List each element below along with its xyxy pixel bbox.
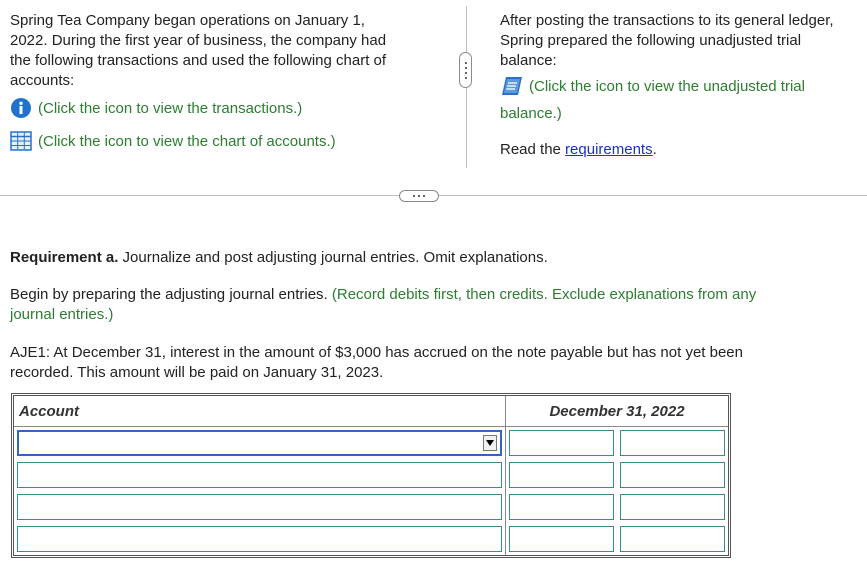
intro-line: balance:: [500, 52, 557, 69]
intro-line: Spring Tea Company began operations on J…: [10, 12, 365, 29]
aje-line: recorded. This amount will be paid on Ja…: [10, 364, 384, 381]
instruction-text: Begin by preparing the adjusting journal…: [10, 286, 332, 303]
debit-input[interactable]: [509, 526, 614, 552]
table-row: [14, 523, 728, 555]
amount-cells: [506, 459, 728, 491]
document-icon[interactable]: [500, 76, 524, 96]
debit-input[interactable]: [509, 430, 614, 456]
table-row: [14, 459, 728, 491]
intro-line: 2022. During the first year of business,…: [10, 32, 387, 49]
credit-input[interactable]: [620, 462, 725, 488]
aje-description: AJE1: At December 31, interest in the am…: [10, 343, 860, 383]
requirement-heading: Requirement a. Journalize and post adjus…: [10, 248, 548, 268]
debit-input[interactable]: [509, 494, 614, 520]
intro-line: Spring prepared the following unadjusted…: [500, 32, 802, 49]
account-input[interactable]: [17, 494, 502, 520]
instruction: Begin by preparing the adjusting journal…: [10, 285, 860, 325]
left-intro: Spring Tea Company began operations on J…: [10, 11, 455, 91]
account-input[interactable]: [17, 462, 502, 488]
table-row: [14, 427, 728, 459]
amount-cells: [506, 523, 728, 555]
account-cell: [14, 523, 506, 555]
trial-balance-link-cont[interactable]: balance.): [500, 104, 562, 124]
read-text: Read the: [500, 141, 566, 158]
debit-input[interactable]: [509, 462, 614, 488]
account-dropdown[interactable]: [17, 430, 502, 456]
table-grid-icon[interactable]: [10, 131, 32, 151]
credit-input[interactable]: [620, 430, 725, 456]
trial-balance-link[interactable]: (Click the icon to view the unadjusted t…: [529, 78, 805, 95]
table-row: [14, 491, 728, 523]
account-cell: [14, 459, 506, 491]
credit-input[interactable]: [620, 526, 725, 552]
intro-line: the following transactions and used the …: [10, 52, 387, 69]
table-header-row: Account December 31, 2022: [14, 396, 728, 427]
chart-of-accounts-link[interactable]: (Click the icon to view the chart of acc…: [38, 133, 336, 150]
read-requirements: Read the requirements.: [500, 140, 657, 160]
transactions-link[interactable]: (Click the icon to view the transactions…: [38, 100, 302, 117]
amount-cells: [506, 427, 728, 459]
instruction-note: (Record debits first, then credits. Excl…: [331, 286, 757, 303]
aje-line: AJE1: At December 31, interest in the am…: [10, 344, 743, 361]
credit-input[interactable]: [620, 494, 725, 520]
account-cell: [14, 491, 506, 523]
requirement-label: Requirement a.: [10, 249, 119, 266]
chevron-down-icon[interactable]: [483, 435, 497, 451]
date-column-header: December 31, 2022: [506, 396, 728, 427]
chart-link-row[interactable]: (Click the icon to view the chart of acc…: [10, 130, 336, 152]
instruction-note-cont: journal entries.): [10, 306, 114, 323]
requirement-text: Journalize and post adjusting journal en…: [118, 249, 548, 266]
amount-cells: [506, 491, 728, 523]
trial-balance-link-row[interactable]: (Click the icon to view the unadjusted t…: [500, 75, 805, 97]
right-intro: After posting the transactions to its ge…: [500, 11, 866, 71]
intro-line: accounts:: [10, 72, 75, 89]
info-icon[interactable]: [10, 97, 32, 119]
read-period: .: [652, 141, 657, 158]
account-input[interactable]: [17, 526, 502, 552]
account-cell: [14, 427, 506, 459]
transactions-link-row[interactable]: (Click the icon to view the transactions…: [10, 97, 302, 119]
requirements-link[interactable]: requirements: [565, 141, 653, 158]
journal-entry-table: Account December 31, 2022: [11, 393, 731, 558]
account-column-header: Account: [14, 396, 506, 427]
horizontal-resize-handle[interactable]: [399, 190, 439, 202]
intro-line: After posting the transactions to its ge…: [500, 12, 834, 29]
vertical-resize-handle[interactable]: [459, 52, 472, 88]
